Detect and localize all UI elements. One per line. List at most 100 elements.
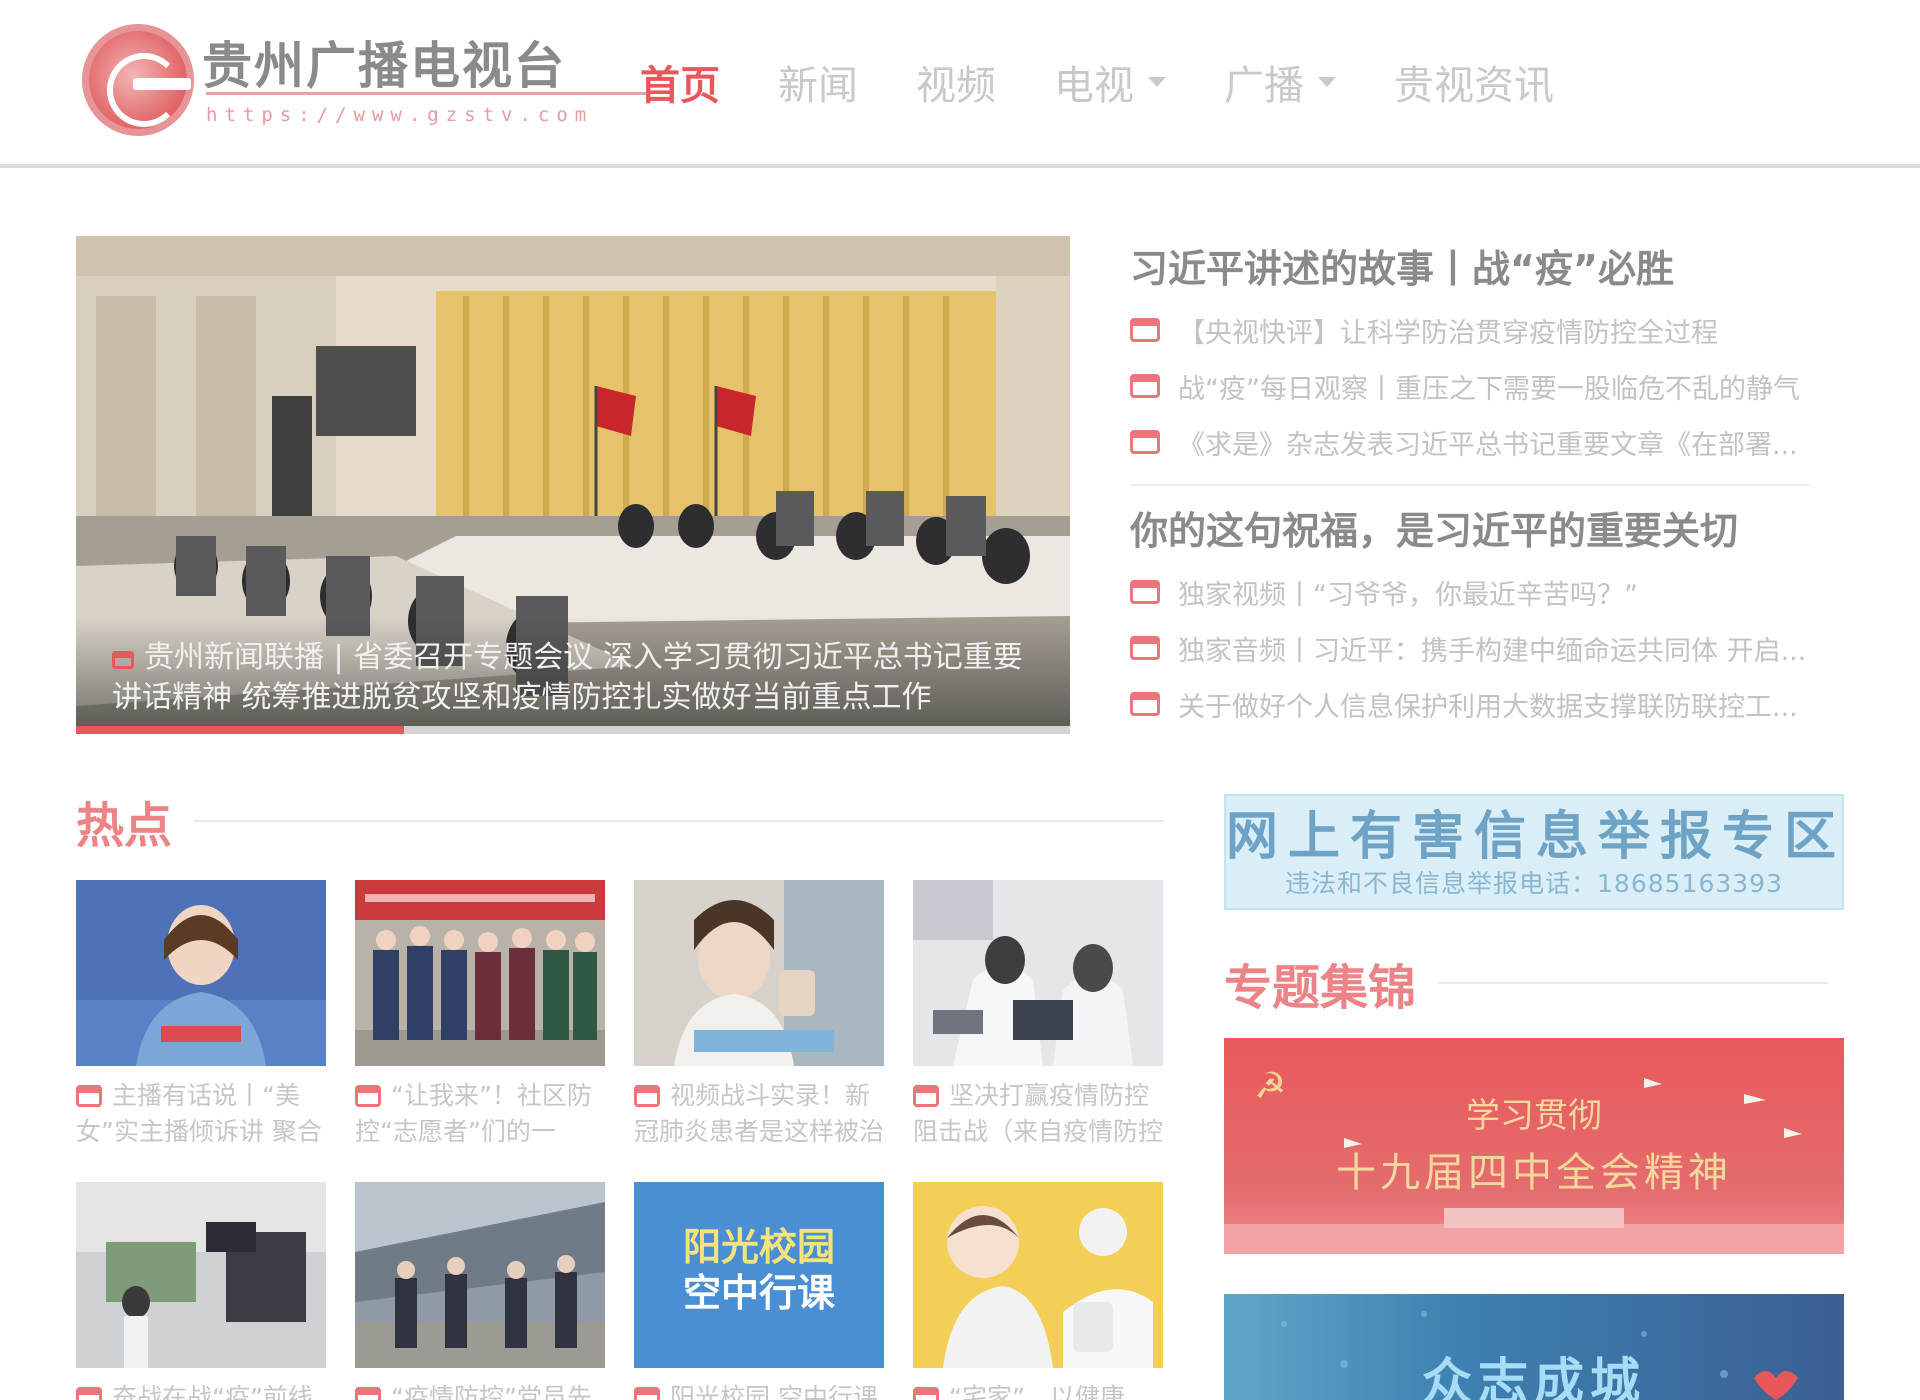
headline-title[interactable]: 习近平讲述的故事丨战“疫”必胜	[1130, 236, 1830, 302]
topics-section-header: 专题集锦	[1224, 948, 1829, 1018]
headline-item[interactable]: 战“疫”每日观察丨重压之下需要一股临危不乱的静气	[1130, 358, 1830, 414]
headline-item-text: 独家视频丨“习爷爷，你最近辛苦吗？”	[1178, 579, 1638, 611]
nav-radio[interactable]: 广播	[1224, 53, 1336, 111]
calendar-icon	[1130, 430, 1160, 454]
calendar-icon	[634, 1085, 660, 1107]
headline-divider	[1130, 484, 1810, 486]
report-banner-subtitle: 违法和不良信息举报电话：18685163393	[1285, 869, 1783, 898]
hot-card-thumbnail	[355, 1182, 605, 1368]
hot-card-caption: 坚决打赢疫情防控阻击战（来自疫情防控一线）	[913, 1078, 1163, 1150]
hot-card[interactable]: 主播有话说丨“美女”实主播倾诉讲 聚合力量同心战“疫”	[76, 880, 326, 1150]
topic-banner-united[interactable]: 众志成城	[1224, 1294, 1844, 1400]
headline-item[interactable]: 关于做好个人信息保护利用大数据支撑联防联控工...	[1130, 676, 1830, 732]
topic-banner-blue-text: 众志成城	[1422, 1353, 1646, 1400]
nav-news[interactable]: 新闻	[778, 53, 858, 111]
main-nav: 首页 新闻 视频 电视 广播 贵视资讯	[640, 52, 1612, 112]
report-banner-title: 网上有害信息举报专区	[1226, 807, 1847, 867]
nav-home[interactable]: 首页	[640, 53, 720, 111]
headline-list: 【央视快评】让科学防治贯穿疫情防控全过程 战“疫”每日观察丨重压之下需要一股临危…	[1130, 302, 1830, 470]
hot-card-text: “疫情防控”党员先锋队	[391, 1383, 592, 1400]
hot-section-header: 热点	[76, 786, 1165, 856]
hot-card[interactable]: “让我来”！社区防控“志愿者”们的一天，大年...	[355, 880, 605, 1150]
hot-section-title: 热点	[76, 798, 173, 854]
hot-card-caption: 阳光校园 空中行课	[634, 1380, 884, 1400]
hot-card-caption: “疫情防控”党员先锋队	[355, 1380, 605, 1400]
calendar-icon	[1130, 374, 1160, 398]
slide-progress-bar	[76, 726, 1070, 734]
hot-card-text: 阳光校园 空中行课	[670, 1383, 878, 1400]
logo-emblem-icon	[82, 24, 194, 136]
nav-gzstv-info-label: 贵视资讯	[1394, 63, 1554, 109]
hot-card-text: 坚决打赢疫情防控阻击战（来自疫情防控一线）	[913, 1081, 1163, 1146]
nav-news-label: 新闻	[778, 63, 858, 109]
headline-list: 独家视频丨“习爷爷，你最近辛苦吗？” 独家音频丨习近平：携手构建中缅命运共同体 …	[1130, 564, 1830, 732]
calendar-icon	[76, 1387, 102, 1400]
headline-panel: 习近平讲述的故事丨战“疫”必胜 【央视快评】让科学防治贯穿疫情防控全过程 战“疫…	[1130, 236, 1830, 732]
hot-card-caption: 主播有话说丨“美女”实主播倾诉讲 聚合力量同心战“疫”	[76, 1078, 326, 1150]
section-divider	[194, 820, 1165, 822]
hot-card-text: 视频战斗实录！新冠肺炎患者是这样被治愈的	[634, 1081, 884, 1146]
hot-card-caption: 奋战在战“疫”前线	[76, 1380, 326, 1400]
hot-card-thumbnail	[76, 1182, 326, 1368]
nav-video[interactable]: 视频	[916, 53, 996, 111]
hot-card-text: “让我来”！社区防控“志愿者”们的一天，大年...	[355, 1081, 592, 1146]
hero-caption[interactable]: 贵州新闻联播 | 省委召开专题会议 深入学习贯彻习近平总书记重要讲话精神 统筹推…	[76, 616, 1070, 726]
hero-caption-row: 贵州新闻联播 | 省委召开专题会议 深入学习贯彻习近平总书记重要讲话精神 统筹推…	[112, 638, 1034, 718]
hero-caption-text: 贵州新闻联播 | 省委召开专题会议 深入学习贯彻习近平总书记重要讲话精神 统筹推…	[112, 640, 1023, 715]
thumb-headline: 阳光校园	[682, 1225, 835, 1269]
hot-card-thumbnail: 阳光校园 空中行课	[634, 1182, 884, 1368]
calendar-icon	[76, 1085, 102, 1107]
hot-card[interactable]: 坚决打赢疫情防控阻击战（来自疫情防控一线）	[913, 880, 1163, 1150]
hot-card-text: “宅家”，以健康...	[949, 1383, 1149, 1400]
logo-divider	[206, 92, 646, 95]
hero-slider[interactable]: 贵州新闻联播 | 省委召开专题会议 深入学习贯彻习近平总书记重要讲话精神 统筹推…	[76, 236, 1070, 734]
logo-name: 贵州广播电视台	[202, 36, 566, 95]
calendar-icon	[634, 1387, 660, 1400]
calendar-icon	[1130, 692, 1160, 716]
headline-item-text: 战“疫”每日观察丨重压之下需要一股临危不乱的静气	[1178, 373, 1800, 405]
hot-card[interactable]: “疫情防控”党员先锋队	[355, 1182, 605, 1400]
hot-card[interactable]: 视频战斗实录！新冠肺炎患者是这样被治愈的	[634, 880, 884, 1150]
headline-item[interactable]: 独家视频丨“习爷爷，你最近辛苦吗？”	[1130, 564, 1830, 620]
hot-card[interactable]: 阳光校园 空中行课 阳光校园 空中行课	[634, 1182, 884, 1400]
hot-card-caption: “让我来”！社区防控“志愿者”们的一天，大年...	[355, 1078, 605, 1150]
headline-item-text: 独家音频丨习近平：携手构建中缅命运共同体 开启...	[1178, 635, 1807, 667]
headline-item[interactable]: 独家音频丨习近平：携手构建中缅命运共同体 开启...	[1130, 620, 1830, 676]
headline-title[interactable]: 你的这句祝福，是习近平的重要关切	[1130, 498, 1830, 564]
video-icon	[112, 651, 134, 669]
topics-section-title: 专题集锦	[1224, 960, 1417, 1016]
chevron-down-icon	[1148, 77, 1166, 87]
calendar-icon	[1130, 580, 1160, 604]
harmful-info-report-banner[interactable]: 网上有害信息举报专区 违法和不良信息举报电话：18685163393	[1224, 794, 1844, 910]
hot-card-text: 主播有话说丨“美女”实主播倾诉讲 聚合力量同心战“疫”	[76, 1081, 322, 1146]
topic-banner-line2: 十九届四中全会精神	[1336, 1150, 1732, 1196]
nav-tv[interactable]: 电视	[1054, 53, 1166, 111]
calendar-icon	[913, 1085, 939, 1107]
calendar-icon	[355, 1085, 381, 1107]
site-logo[interactable]: 贵州广播电视台 https://www.gzstv.com	[82, 24, 646, 139]
hot-card[interactable]: 奋战在战“疫”前线	[76, 1182, 326, 1400]
hot-card-thumbnail	[76, 880, 326, 1066]
calendar-icon	[1130, 318, 1160, 342]
topic-banner-study[interactable]: ☭ 学习贯彻 十九届四中全会精神	[1224, 1038, 1844, 1254]
nav-tv-label: 电视	[1054, 63, 1134, 109]
calendar-icon	[913, 1387, 939, 1400]
headline-item-text: 关于做好个人信息保护利用大数据支撑联防联控工...	[1178, 691, 1798, 723]
calendar-icon	[1130, 636, 1160, 660]
hot-card-thumbnail	[355, 880, 605, 1066]
site-header: 贵州广播电视台 https://www.gzstv.com 首页 新闻 视频 电…	[0, 0, 1920, 168]
hot-card-caption: “宅家”，以健康...	[913, 1380, 1163, 1400]
hot-card[interactable]: “宅家”，以健康...	[913, 1182, 1163, 1400]
hot-card-text: 奋战在战“疫”前线	[112, 1383, 313, 1400]
topic-banner-line1: 学习贯彻	[1466, 1096, 1602, 1136]
hot-card-thumbnail	[913, 1182, 1163, 1368]
headline-block: 习近平讲述的故事丨战“疫”必胜 【央视快评】让科学防治贯穿疫情防控全过程 战“疫…	[1130, 236, 1830, 470]
headline-item[interactable]: 【央视快评】让科学防治贯穿疫情防控全过程	[1130, 302, 1830, 358]
headline-item-text: 【央视快评】让科学防治贯穿疫情防控全过程	[1178, 317, 1718, 349]
hot-card-thumbnail	[634, 880, 884, 1066]
nav-radio-label: 广播	[1224, 63, 1304, 109]
headline-item-text: 《求是》杂志发表习近平总书记重要文章《在部署...	[1178, 429, 1798, 461]
headline-item[interactable]: 《求是》杂志发表习近平总书记重要文章《在部署...	[1130, 414, 1830, 470]
nav-gzstv-info[interactable]: 贵视资讯	[1394, 53, 1554, 111]
slide-progress-fill	[76, 726, 405, 734]
